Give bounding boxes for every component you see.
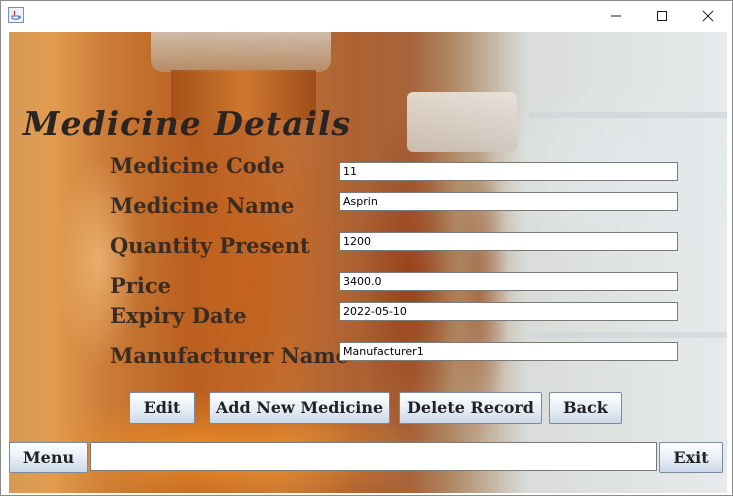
title-bar[interactable] <box>1 1 732 31</box>
add-new-medicine-button[interactable]: Add New Medicine <box>209 392 390 424</box>
maximize-icon <box>657 11 667 21</box>
menu-button[interactable]: Menu <box>9 442 88 473</box>
expiry-date-label: Expiry Date <box>110 303 247 328</box>
form-panel: Medicine Details Medicine Code 11 Medici… <box>9 32 727 493</box>
edit-button[interactable]: Edit <box>129 392 195 424</box>
minimize-button[interactable] <box>593 1 639 31</box>
quantity-present-field[interactable]: 1200 <box>339 232 678 251</box>
maximize-button[interactable] <box>639 1 685 31</box>
page-title: Medicine Details <box>23 104 352 143</box>
background-bottle-cap <box>407 92 517 152</box>
background-bottle-cap <box>151 32 331 72</box>
quantity-present-label: Quantity Present <box>110 233 310 258</box>
close-button[interactable] <box>685 1 731 31</box>
manufacturer-name-field[interactable]: Manufacturer1 <box>339 342 678 361</box>
background-shelf <box>529 112 727 118</box>
app-window: Medicine Details Medicine Code 11 Medici… <box>0 0 733 496</box>
back-button[interactable]: Back <box>549 392 622 424</box>
price-field[interactable]: 3400.0 <box>339 272 678 291</box>
expiry-date-field[interactable]: 2022-05-10 <box>339 302 678 321</box>
background-shelf <box>529 332 727 338</box>
manufacturer-name-label: Manufacturer Name <box>110 343 349 368</box>
java-app-icon <box>8 7 24 23</box>
close-icon <box>702 10 714 22</box>
minimize-icon <box>611 15 621 17</box>
price-label: Price <box>110 273 171 298</box>
medicine-code-field[interactable]: 11 <box>339 162 678 181</box>
medicine-name-label: Medicine Name <box>110 193 295 218</box>
delete-record-button[interactable]: Delete Record <box>399 392 542 424</box>
medicine-code-label: Medicine Code <box>110 153 285 178</box>
exit-button[interactable]: Exit <box>659 442 723 473</box>
status-field[interactable] <box>90 442 657 471</box>
medicine-name-field[interactable]: Asprin <box>339 192 678 211</box>
